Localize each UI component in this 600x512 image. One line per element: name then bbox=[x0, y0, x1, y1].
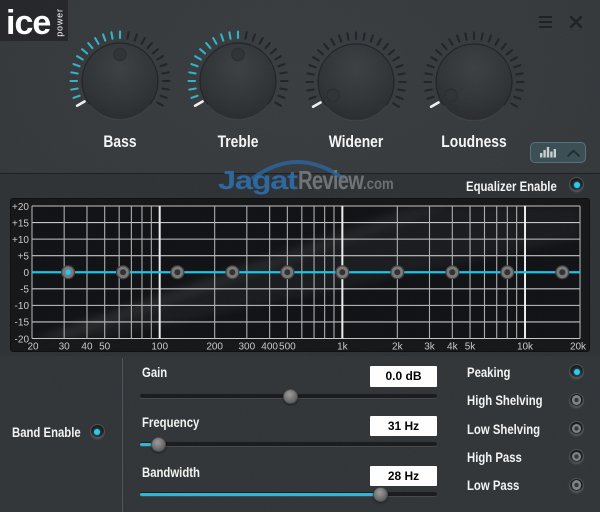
svg-text:300: 300 bbox=[238, 342, 255, 353]
svg-text:1k: 1k bbox=[337, 342, 349, 353]
svg-text:+20: +20 bbox=[12, 202, 29, 213]
svg-text:-15: -15 bbox=[15, 318, 30, 329]
svg-text:100: 100 bbox=[151, 342, 168, 353]
svg-text:0: 0 bbox=[23, 268, 29, 279]
svg-text:500: 500 bbox=[279, 342, 296, 353]
svg-text:20: 20 bbox=[27, 342, 39, 353]
svg-text:30: 30 bbox=[59, 342, 71, 353]
svg-text:200: 200 bbox=[206, 342, 223, 353]
svg-text:+10: +10 bbox=[12, 235, 29, 246]
svg-text:2k: 2k bbox=[392, 342, 404, 353]
svg-text:-5: -5 bbox=[20, 285, 29, 296]
svg-text:+15: +15 bbox=[12, 218, 29, 229]
svg-text:400: 400 bbox=[261, 342, 278, 353]
svg-text:5k: 5k bbox=[465, 342, 477, 353]
svg-text:+5: +5 bbox=[18, 251, 30, 262]
svg-text:3k: 3k bbox=[424, 342, 436, 353]
svg-text:20k: 20k bbox=[570, 342, 587, 353]
svg-text:-10: -10 bbox=[15, 301, 30, 312]
svg-text:40: 40 bbox=[81, 342, 93, 353]
svg-text:4k: 4k bbox=[447, 342, 459, 353]
svg-text:10k: 10k bbox=[517, 342, 534, 353]
svg-text:50: 50 bbox=[99, 342, 111, 353]
